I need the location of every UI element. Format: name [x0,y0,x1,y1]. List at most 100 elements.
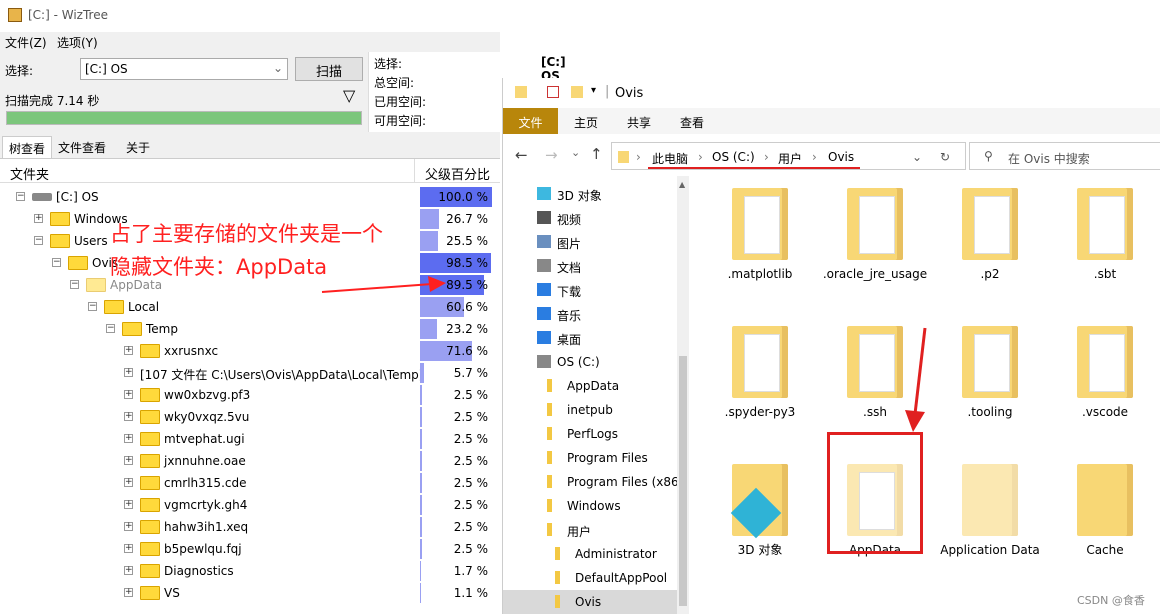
table-row[interactable]: + vgmcrtyk.gh4 2.5 % [0,494,500,516]
folder-icon [547,523,552,536]
expand-icon[interactable]: + [124,500,133,509]
nav-item[interactable]: 桌面 [503,326,689,350]
folder-item[interactable]: Cache [1050,452,1160,572]
expand-icon[interactable]: + [124,522,133,531]
nav-item[interactable]: DefaultAppPool [503,566,689,590]
scan-button[interactable]: 扫描 [295,57,363,81]
ribbon-tab-share[interactable]: 共享 [627,114,651,131]
progress-fill [7,112,361,124]
address-dropdown-icon[interactable]: ⌄ [912,150,922,164]
breadcrumb-ovis[interactable]: Ovis [828,150,854,164]
expand-icon[interactable]: + [124,566,133,575]
folder-icon[interactable] [571,86,583,98]
filter-icon[interactable]: ▽ [343,86,355,105]
nav-item[interactable]: Windows [503,494,689,518]
table-row[interactable]: + jxnnuhne.oae 2.5 % [0,450,500,472]
nav-item[interactable]: 3D 对象 [503,182,689,206]
table-row[interactable]: + hahw3ih1.xeq 2.5 % [0,516,500,538]
folder-icon [140,476,160,490]
table-row[interactable]: + VS 1.1 % [0,582,500,604]
expand-icon[interactable]: + [124,478,133,487]
breadcrumb-users[interactable]: 用户 [778,150,802,167]
collapse-icon[interactable]: − [70,280,79,289]
scroll-up-icon[interactable]: ▲ [679,180,685,189]
table-row[interactable]: + mtvephat.ugi 2.5 % [0,428,500,450]
table-row[interactable]: − Local 60.6 % [0,296,500,318]
folder-item[interactable]: .vscode [1050,314,1160,434]
collapse-icon[interactable]: − [52,258,61,267]
table-row[interactable]: + Diagnostics 1.7 % [0,560,500,582]
menu-options[interactable]: 选项(Y) [57,34,98,51]
folder-icon [68,256,88,270]
address-bar[interactable]: › 此电脑 › OS (C:) › 用户 › Ovis ⌄ ↻ [611,142,966,170]
nav-item[interactable]: AppData [503,374,689,398]
nav-item[interactable]: 音乐 [503,302,689,326]
expand-icon[interactable]: + [124,346,133,355]
nav-item[interactable]: 视频 [503,206,689,230]
nav-item[interactable]: Ovis [503,590,689,614]
table-row[interactable]: + xxrusnxc 71.6 % [0,340,500,362]
folder-item[interactable]: Application Data [935,452,1045,572]
collapse-icon[interactable]: − [16,192,25,201]
search-box[interactable]: ⚲ 在 Ovis 中搜索 [969,142,1160,170]
folder-item[interactable]: .sbt [1050,176,1160,296]
collapse-icon[interactable]: − [34,236,43,245]
nav-item[interactable]: 文档 [503,254,689,278]
table-row[interactable]: − [C:] OS 100.0 % [0,186,500,208]
folder-item[interactable]: .p2 [935,176,1045,296]
folder-icon [547,451,552,464]
up-icon[interactable]: ↑ [590,145,603,163]
tab-about[interactable]: 关于 [120,136,156,158]
nav-scrollbar[interactable]: ▲ [677,176,689,614]
ribbon-tab-file[interactable]: 文件 [503,108,558,134]
nav-item[interactable]: 下载 [503,278,689,302]
table-row[interactable]: + wky0vxqz.5vu 2.5 % [0,406,500,428]
expand-icon[interactable]: + [34,214,43,223]
nav-item[interactable]: inetpub [503,398,689,422]
recent-dropdown-icon[interactable]: ⌄ [571,146,580,159]
folder-item[interactable]: .tooling [935,314,1045,434]
expand-icon[interactable]: + [124,544,133,553]
nav-item[interactable]: Program Files [503,446,689,470]
forward-icon[interactable]: → [545,146,558,164]
table-row[interactable]: − Temp 23.2 % [0,318,500,340]
expand-icon[interactable]: + [124,456,133,465]
menu-file[interactable]: 文件(Z) [5,34,47,51]
ribbon-tab-view[interactable]: 查看 [680,114,704,131]
back-icon[interactable]: ← [515,146,528,164]
nav-item[interactable]: Administrator [503,542,689,566]
folder-item[interactable]: 3D 对象 [705,452,815,572]
tab-file-view[interactable]: 文件查看 [52,136,112,158]
folder-item[interactable]: .spyder-py3 [705,314,815,434]
percent-cell: 2.5 % [420,451,492,471]
table-row[interactable]: + [107 文件在 C:\Users\Ovis\AppData\Local\Te… [0,362,500,384]
checkbox-icon[interactable] [547,86,559,98]
expand-icon[interactable]: + [124,588,133,597]
breadcrumb-drive[interactable]: OS (C:) [712,150,755,164]
expand-icon[interactable]: + [124,412,133,421]
column-folder[interactable]: 文件夹 [10,164,49,183]
tab-tree-view[interactable]: 树查看 [2,136,53,158]
collapse-icon[interactable]: − [106,324,115,333]
column-percent[interactable]: 父级百分比 [414,159,500,183]
expand-icon[interactable]: + [124,390,133,399]
breadcrumb-this-pc[interactable]: 此电脑 [652,150,688,167]
table-row[interactable]: + b5pewlqu.fqj 2.5 % [0,538,500,560]
scroll-thumb[interactable] [679,356,687,606]
folder-item[interactable]: .oracle_jre_usage [820,176,930,296]
nav-item[interactable]: PerfLogs [503,422,689,446]
nav-item[interactable]: 图片 [503,230,689,254]
refresh-icon[interactable]: ↻ [940,150,950,164]
expand-icon[interactable]: + [124,368,133,377]
quick-access-dropdown-icon[interactable]: ▾ [591,85,596,96]
collapse-icon[interactable]: − [88,302,97,311]
nav-item[interactable]: 用户 [503,518,689,542]
ribbon-tab-home[interactable]: 主页 [574,114,598,131]
table-row[interactable]: + ww0xbzvg.pf3 2.5 % [0,384,500,406]
table-row[interactable]: + cmrlh315.cde 2.5 % [0,472,500,494]
drive-combo[interactable]: [C:] OS ⌄ [80,58,288,80]
folder-item[interactable]: .matplotlib [705,176,815,296]
nav-item[interactable]: OS (C:) [503,350,689,374]
nav-item[interactable]: Program Files (x86) [503,470,689,494]
expand-icon[interactable]: + [124,434,133,443]
